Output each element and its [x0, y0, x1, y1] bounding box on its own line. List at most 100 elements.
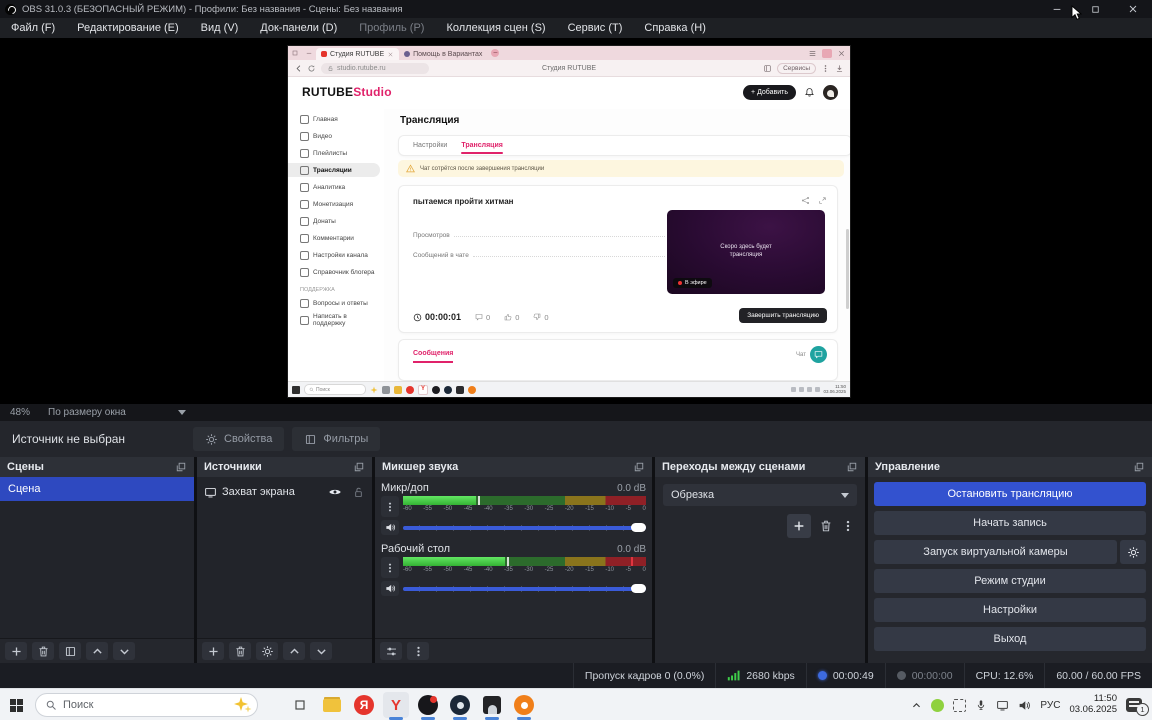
sidebar-item-comments[interactable]: Комментарии	[288, 231, 380, 245]
add-scene-button[interactable]	[5, 642, 27, 660]
browser-tab-second[interactable]: Помощь в Вариантах	[399, 48, 487, 60]
back-icon[interactable]	[294, 64, 303, 73]
close-button[interactable]	[1114, 0, 1152, 18]
end-stream-button[interactable]: Завершить трансляцию	[739, 308, 827, 323]
stream-thumbnail[interactable]: Скоро здесь будет трансляция В эфире	[667, 210, 825, 294]
start-button[interactable]	[10, 698, 23, 712]
antivirus-tray-icon[interactable]	[931, 698, 945, 712]
notifications-bell-icon[interactable]	[804, 87, 815, 98]
chat-widget-button[interactable]	[810, 346, 827, 363]
scene-item[interactable]: Сцена	[0, 477, 194, 501]
start-recording-button[interactable]: Начать запись	[874, 511, 1146, 535]
menu-help[interactable]: Справка (H)	[633, 18, 716, 38]
menu-scene-collection[interactable]: Коллекция сцен (S)	[435, 18, 556, 38]
controls-popout-icon[interactable]	[1133, 461, 1145, 473]
steam-button[interactable]	[447, 692, 473, 720]
page-scrollbar[interactable]	[846, 229, 849, 309]
visibility-eye-icon[interactable]	[328, 485, 342, 499]
exit-button[interactable]: Выход	[874, 627, 1146, 651]
tab-collapse-icon[interactable]	[305, 49, 313, 57]
browser-close-icon[interactable]	[837, 49, 846, 58]
network-tray-icon[interactable]	[996, 699, 1009, 712]
new-tab-button[interactable]: –	[491, 49, 500, 57]
reload-icon[interactable]	[307, 64, 316, 73]
menu-tools[interactable]: Сервис (T)	[557, 18, 634, 38]
zoom-mode-select[interactable]: По размеру окна	[48, 407, 126, 418]
tab-settings[interactable]: Настройки	[413, 142, 447, 149]
expand-icon[interactable]	[818, 196, 827, 205]
sidebar-item-donations[interactable]: Донаты	[288, 214, 380, 228]
share-icon[interactable]	[801, 196, 810, 205]
messages-tab[interactable]: Сообщения	[413, 350, 454, 363]
remove-scene-button[interactable]	[32, 642, 54, 660]
browser-maximize-icon[interactable]	[822, 48, 832, 58]
add-button[interactable]: + Добавить	[743, 84, 796, 100]
taskbar-clock[interactable]: 11:50 03.06.2025	[1069, 693, 1117, 716]
menu-file[interactable]: Файл (F)	[0, 18, 66, 38]
sidebar-item-faq[interactable]: Вопросы и ответы	[288, 296, 380, 310]
snip-tray-icon[interactable]	[953, 698, 967, 712]
remove-transition-button[interactable]	[819, 519, 833, 533]
mic-mute-button[interactable]	[381, 520, 399, 535]
likes-counter[interactable]: 0	[504, 313, 519, 322]
scene-down-button[interactable]	[113, 642, 135, 660]
extensions-icon[interactable]	[821, 64, 830, 73]
notification-center-button[interactable]: 1	[1126, 698, 1149, 716]
menu-view[interactable]: Вид (V)	[190, 18, 250, 38]
sidebar-item-home[interactable]: Главная	[288, 112, 380, 126]
transition-kebab-button[interactable]	[841, 519, 855, 533]
desktop-mute-button[interactable]	[381, 581, 399, 596]
source-down-button[interactable]	[310, 642, 332, 660]
desktop-options-kebab[interactable]	[381, 557, 399, 578]
start-virtual-camera-button[interactable]: Запуск виртуальной камеры	[874, 540, 1117, 564]
sidebar-item-broadcasts[interactable]: Трансляции	[288, 163, 380, 177]
taskbar-search-input[interactable]: Поиск	[35, 693, 258, 717]
bookmarks-icon[interactable]	[763, 64, 772, 73]
sidebar-item-contact-support[interactable]: Написать в поддержку	[288, 313, 380, 327]
zoom-caret-icon[interactable]	[177, 410, 186, 415]
sidebar-item-playlists[interactable]: Плейлисты	[288, 146, 380, 160]
sources-popout-icon[interactable]	[353, 461, 365, 473]
sidebar-item-guide[interactable]: Справочник блогера	[288, 265, 380, 279]
file-explorer-button[interactable]	[319, 692, 345, 718]
orange-app-button[interactable]	[511, 692, 537, 720]
yandex-browser-button[interactable]: Y	[383, 692, 409, 720]
filters-button[interactable]: Фильтры	[292, 427, 381, 451]
add-transition-button[interactable]	[787, 514, 811, 538]
tab-close-icon[interactable]	[387, 51, 394, 58]
scene-up-button[interactable]	[86, 642, 108, 660]
source-item[interactable]: Захват экрана	[197, 481, 372, 503]
photos-app-button[interactable]	[479, 692, 505, 720]
stop-streaming-button[interactable]: Остановить трансляцию	[874, 482, 1146, 506]
tab-groups-icon[interactable]	[291, 49, 299, 57]
services-button[interactable]: Сервисы	[777, 62, 816, 74]
remove-source-button[interactable]	[229, 642, 251, 660]
studio-mode-button[interactable]: Режим студии	[874, 569, 1146, 593]
download-icon[interactable]	[835, 64, 844, 73]
music-app-button[interactable]	[415, 692, 441, 720]
transition-select[interactable]: Обрезка	[663, 484, 857, 506]
task-view-button[interactable]	[287, 692, 313, 718]
desktop-volume-slider[interactable]	[403, 583, 646, 595]
source-up-button[interactable]	[283, 642, 305, 660]
user-avatar[interactable]	[823, 84, 838, 100]
properties-button[interactable]: Свойства	[193, 427, 285, 451]
mic-volume-handle[interactable]	[631, 522, 646, 532]
sidebar-item-channel-settings[interactable]: Настройки канала	[288, 248, 380, 262]
yandex-app-button[interactable]: Я	[351, 692, 377, 718]
mixer-kebab-button[interactable]	[407, 642, 429, 660]
preview-area[interactable]: Студия RUTUBE Помощь в Вариантах – studi…	[0, 38, 1152, 404]
sidebar-item-video[interactable]: Видео	[288, 129, 380, 143]
sidebar-item-analytics[interactable]: Аналитика	[288, 180, 380, 194]
tray-chevron-icon[interactable]	[911, 700, 922, 711]
scenes-popout-icon[interactable]	[175, 461, 187, 473]
settings-button[interactable]: Настройки	[874, 598, 1146, 622]
menu-edit[interactable]: Редактирование (E)	[66, 18, 190, 38]
volume-tray-icon[interactable]	[1018, 699, 1031, 712]
mic-volume-slider[interactable]	[403, 522, 646, 534]
sidebar-item-monetization[interactable]: Монетизация	[288, 197, 380, 211]
source-properties-button[interactable]	[256, 642, 278, 660]
dislikes-counter[interactable]: 0	[533, 313, 549, 322]
tab-broadcast[interactable]: Трансляция	[461, 142, 503, 154]
desktop-volume-handle[interactable]	[631, 583, 646, 593]
